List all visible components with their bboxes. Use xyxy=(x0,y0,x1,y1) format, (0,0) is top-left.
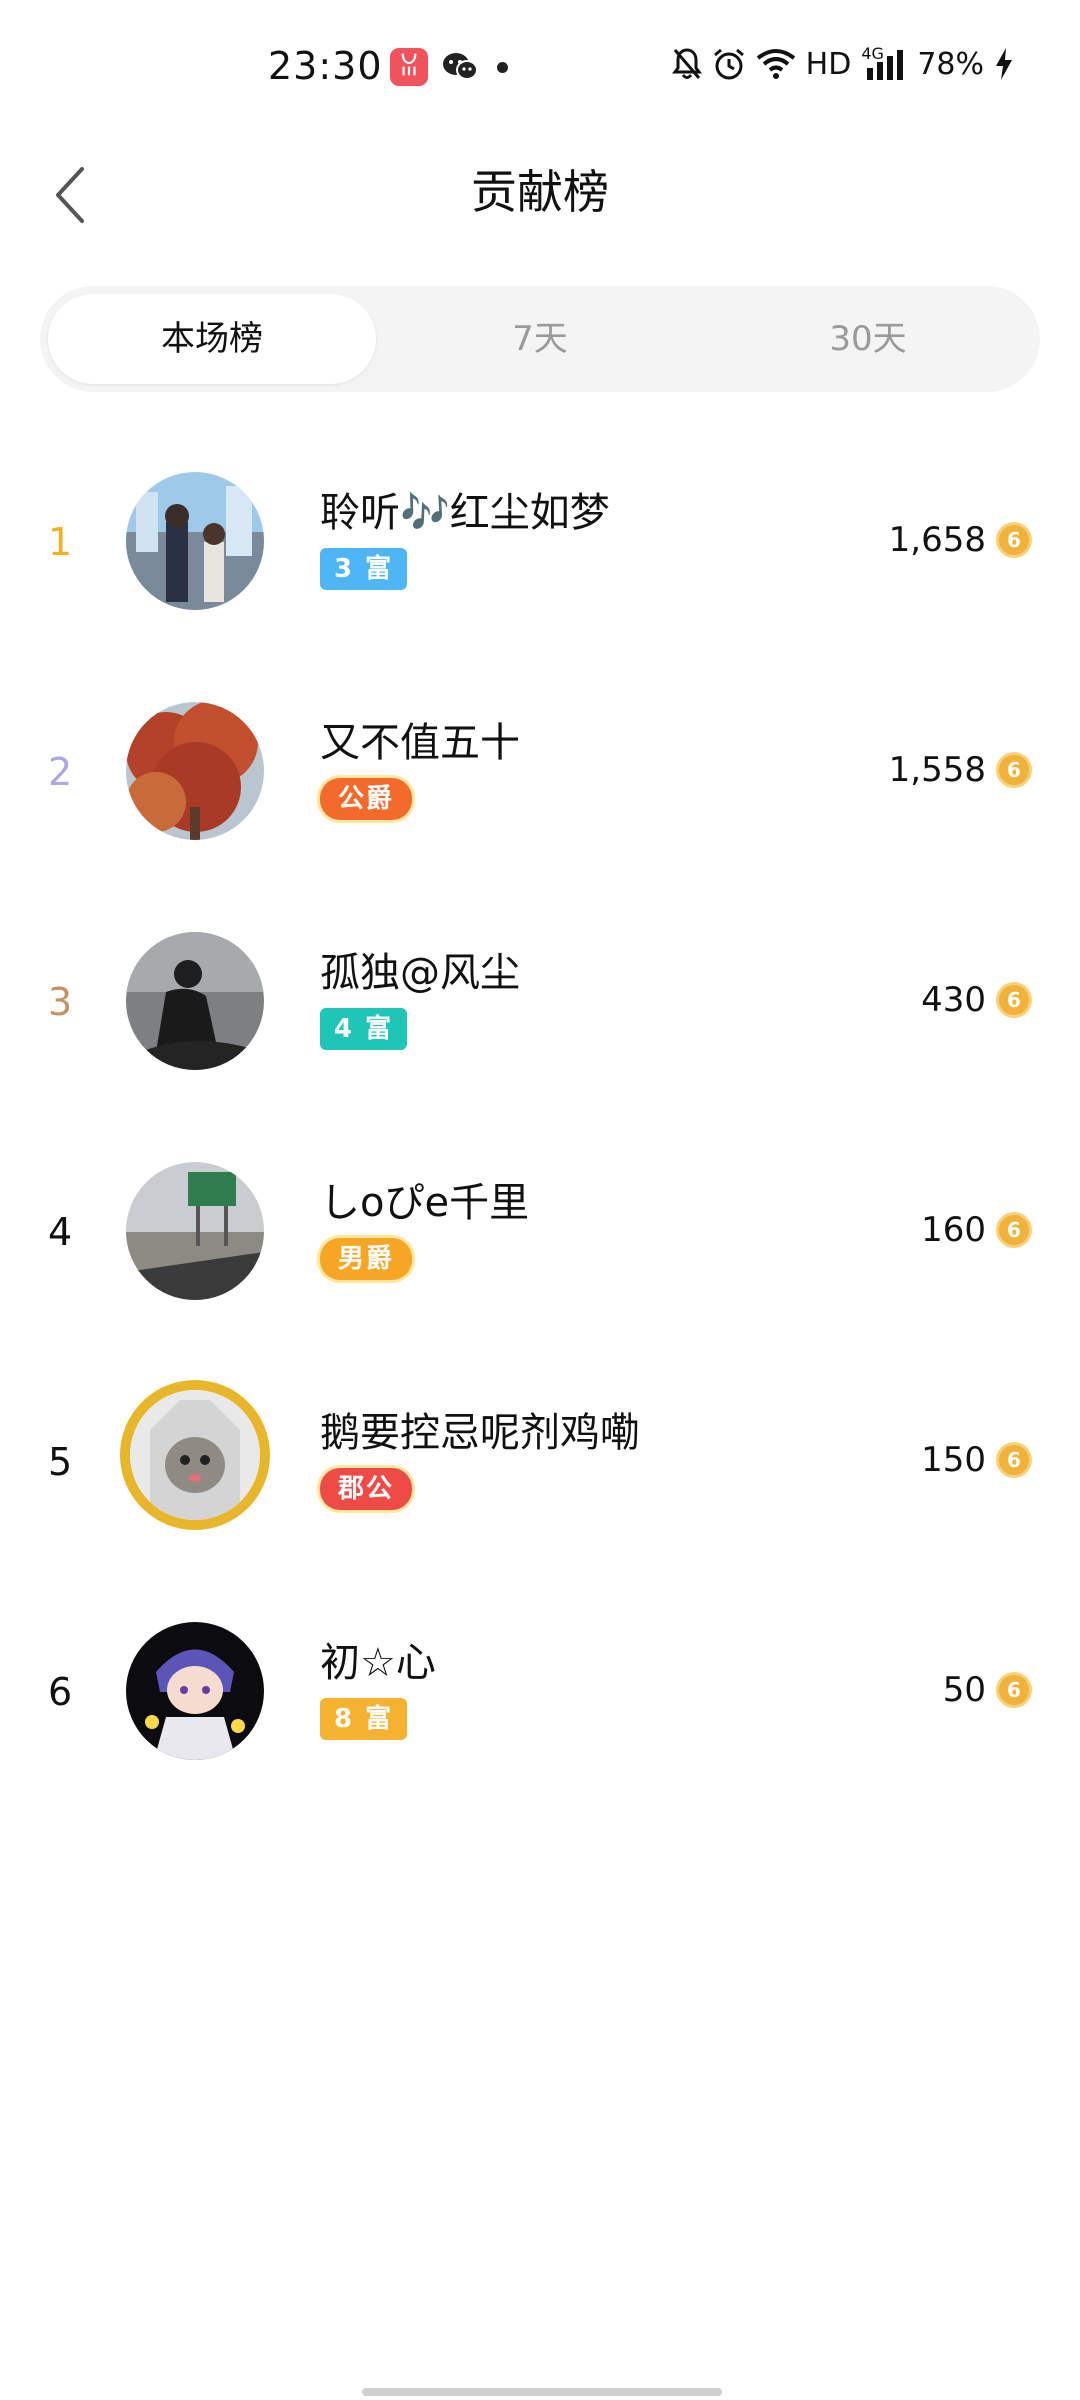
ranking-list: 1 聆听🎶红尘如梦 3 富 1,658 6 2 又不值五十 公爵 1,558 6… xyxy=(0,440,1080,1820)
signal-icon: 4G xyxy=(861,44,907,82)
highway-sign-avatar[interactable] xyxy=(126,1162,264,1300)
rank-number: 3 xyxy=(48,980,73,1024)
status-time: 23:30 xyxy=(268,44,383,88)
coin-icon: 6 xyxy=(996,522,1032,558)
ranking-row[interactable]: 4 しoぴe千里 男爵 160 6 xyxy=(0,1130,1080,1360)
contribution-score: 1,558 xyxy=(888,750,986,790)
anime-couple-avatar[interactable] xyxy=(126,472,264,610)
battery-level: 78% xyxy=(917,46,984,82)
noble-title-badge: 公爵 xyxy=(320,778,413,820)
ranking-row[interactable]: 2 又不值五十 公爵 1,558 6 xyxy=(0,670,1080,900)
ranking-tabs: 本场榜 7天 30天 xyxy=(40,286,1040,392)
rank-number: 1 xyxy=(48,520,73,564)
contribution-score: 160 xyxy=(921,1210,986,1250)
red-tree-avatar[interactable] xyxy=(126,702,264,840)
wealth-level-badge: 4 富 xyxy=(320,1008,408,1050)
wealth-level-badge: 8 富 xyxy=(320,1698,408,1740)
tab-30-days[interactable]: 30天 xyxy=(704,294,1032,384)
contribution-score: 150 xyxy=(921,1440,986,1480)
alarm-icon xyxy=(712,47,746,81)
silhouette-avatar[interactable] xyxy=(126,932,264,1070)
app-notification-icon: ꈍ xyxy=(390,48,428,86)
ranking-row[interactable]: 5 鹅要控忌呢剂鸡嘞 郡公 150 6 xyxy=(0,1360,1080,1590)
charging-icon xyxy=(994,47,1014,81)
tab-7-days[interactable]: 7天 xyxy=(376,294,704,384)
noble-title-badge: 男爵 xyxy=(320,1238,413,1280)
coin-icon: 6 xyxy=(996,1212,1032,1248)
cat-avatar-gold-frame[interactable] xyxy=(120,1380,270,1530)
ranking-row[interactable]: 1 聆听🎶红尘如梦 3 富 1,658 6 xyxy=(0,440,1080,670)
status-icons: HD 4G 78% xyxy=(671,44,1014,84)
wechat-icon xyxy=(442,52,478,82)
network-label: HD xyxy=(805,46,852,82)
wealth-level-badge: 3 富 xyxy=(320,548,408,590)
contribution-score: 1,658 xyxy=(888,520,986,560)
rank-number: 6 xyxy=(48,1670,73,1714)
user-name: 鹅要控忌呢剂鸡嘞 xyxy=(320,1410,640,1456)
coin-icon: 6 xyxy=(996,752,1032,788)
page-header: 贡献榜 xyxy=(0,138,1080,288)
user-name: 又不值五十 xyxy=(320,720,520,766)
ranking-row[interactable]: 3 孤独@风尘 4 富 430 6 xyxy=(0,900,1080,1130)
user-name: 初☆心 xyxy=(320,1640,436,1686)
noble-title-badge: 郡公 xyxy=(320,1468,413,1510)
contribution-score: 430 xyxy=(921,980,986,1020)
home-indicator[interactable] xyxy=(362,2388,722,2396)
coin-icon: 6 xyxy=(996,1442,1032,1478)
page-title: 贡献榜 xyxy=(471,165,609,219)
rank-number: 4 xyxy=(48,1210,73,1254)
status-bar: 23:30 ꈍ HD 4G 78% xyxy=(0,0,1080,138)
user-name: 孤独@风尘 xyxy=(320,950,520,996)
coin-icon: 6 xyxy=(996,1672,1032,1708)
contribution-score: 50 xyxy=(942,1670,986,1710)
rank-number: 2 xyxy=(48,750,73,794)
tab-this-session[interactable]: 本场榜 xyxy=(48,294,376,384)
dot-icon xyxy=(497,62,508,73)
bell-off-icon xyxy=(671,47,702,81)
ranking-row[interactable]: 6 初☆心 8 富 50 6 xyxy=(0,1590,1080,1820)
user-name: しoぴe千里 xyxy=(320,1180,530,1226)
coin-icon: 6 xyxy=(996,982,1032,1018)
wifi-icon xyxy=(756,48,796,80)
anime-boy-avatar[interactable] xyxy=(126,1622,264,1760)
user-name: 聆听🎶红尘如梦 xyxy=(320,490,610,536)
rank-number: 5 xyxy=(48,1440,73,1484)
